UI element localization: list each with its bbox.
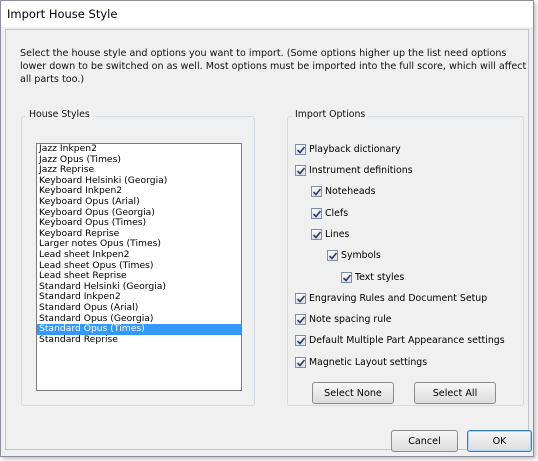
option-instrument-definitions[interactable]: Instrument definitions	[295, 162, 413, 178]
option-noteheads[interactable]: Noteheads	[311, 183, 375, 199]
option-label: Note spacing rule	[309, 313, 392, 325]
checkbox[interactable]	[341, 271, 352, 283]
checkbox[interactable]	[295, 334, 306, 346]
checkbox[interactable]	[295, 313, 306, 325]
option-label: Lines	[325, 228, 350, 240]
select-all-button[interactable]: Select All	[414, 382, 496, 404]
option-note-spacing-rule[interactable]: Note spacing rule	[295, 311, 392, 327]
checkbox[interactable]	[295, 143, 306, 155]
option-label: Instrument definitions	[309, 164, 413, 176]
option-label: Playback dictionary	[309, 143, 401, 155]
ok-button[interactable]: OK	[467, 430, 532, 452]
checkbox[interactable]	[327, 249, 338, 261]
checkmark-icon	[296, 336, 306, 345]
list-item[interactable]: Keyboard Opus (Arial)	[37, 196, 241, 208]
dialog-title: Import House Style	[7, 7, 118, 21]
checkmark-icon	[296, 145, 306, 154]
intro-text: Select the house style and options you w…	[20, 48, 527, 85]
option-label: Noteheads	[325, 185, 376, 197]
import-options-label: Import Options	[292, 109, 369, 120]
option-lines[interactable]: Lines	[311, 226, 349, 242]
checkmark-icon	[296, 358, 306, 367]
option-symbols[interactable]: Symbols	[327, 247, 381, 263]
option-playback-dictionary[interactable]: Playback dictionary	[295, 141, 401, 157]
checkmark-icon	[328, 251, 338, 260]
option-clefs[interactable]: Clefs	[311, 205, 348, 221]
checkmark-icon	[296, 315, 306, 324]
checkmark-icon	[296, 294, 306, 303]
option-label: Default Multiple Part Appearance setting…	[309, 334, 505, 346]
house-styles-label: House Styles	[26, 109, 93, 120]
checkbox[interactable]	[311, 207, 322, 219]
option-engraving-rules[interactable]: Engraving Rules and Document Setup	[295, 290, 487, 306]
house-styles-group: House Styles Jazz Inkpen2 Jazz Opus (Tim…	[21, 109, 255, 406]
checkmark-icon	[312, 209, 322, 218]
option-label: Text styles	[355, 271, 405, 283]
import-house-style-dialog: Import House Style Select the house styl…	[0, 0, 534, 457]
house-styles-list[interactable]: Jazz Inkpen2 Jazz Opus (Times) Jazz Repr…	[36, 143, 242, 391]
checkmark-icon	[312, 187, 322, 196]
checkmark-icon	[296, 166, 306, 175]
option-text-styles[interactable]: Text styles	[341, 269, 404, 285]
cancel-button[interactable]: Cancel	[391, 430, 458, 452]
list-item[interactable]: Standard Opus (Arial)	[37, 302, 241, 314]
import-options-group: Import Options Playback dictionary Instr…	[287, 109, 524, 406]
checkmark-icon	[342, 273, 352, 282]
title-bar[interactable]: Import House Style	[1, 1, 533, 27]
list-item[interactable]: Lead sheet Inkpen2	[37, 249, 241, 261]
option-label: Clefs	[325, 207, 349, 219]
select-none-button[interactable]: Select None	[312, 382, 394, 404]
checkbox[interactable]	[295, 356, 306, 368]
option-label: Engraving Rules and Document Setup	[309, 292, 488, 304]
checkbox[interactable]	[295, 164, 306, 176]
checkbox[interactable]	[311, 228, 322, 240]
checkmark-icon	[312, 230, 322, 239]
checkbox[interactable]	[311, 185, 322, 197]
option-label: Symbols	[341, 249, 381, 261]
option-label: Magnetic Layout settings	[309, 356, 428, 368]
list-item[interactable]: Jazz Inkpen2	[37, 144, 241, 155]
dialog-body: Select the house style and options you w…	[5, 29, 532, 452]
checkbox[interactable]	[295, 292, 306, 304]
option-magnetic-layout[interactable]: Magnetic Layout settings	[295, 354, 427, 370]
list-item[interactable]: Standard Reprise	[37, 334, 241, 346]
option-default-part-appearance[interactable]: Default Multiple Part Appearance setting…	[295, 332, 505, 348]
